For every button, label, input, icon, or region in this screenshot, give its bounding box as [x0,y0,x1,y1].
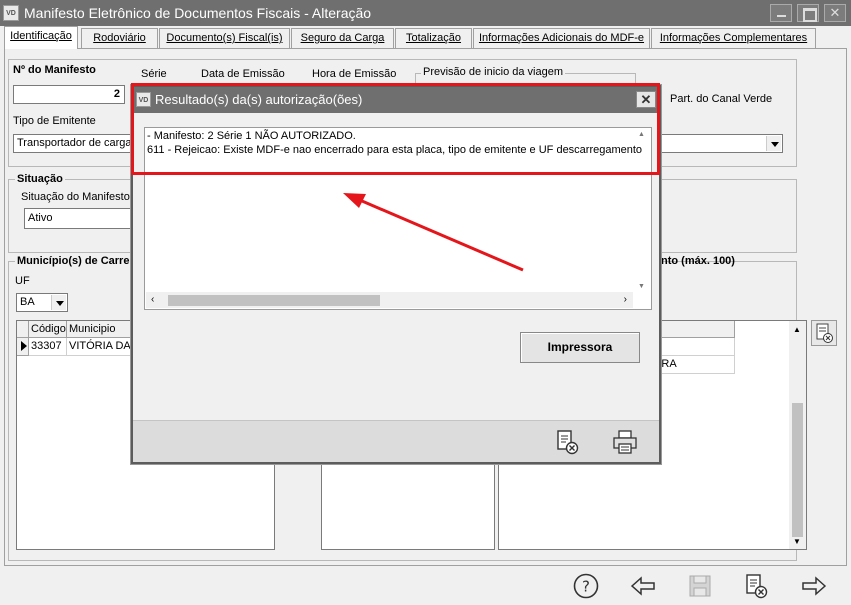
annotation-arrow-icon [343,193,524,272]
tab-identificacao[interactable]: Identificação [4,26,78,49]
